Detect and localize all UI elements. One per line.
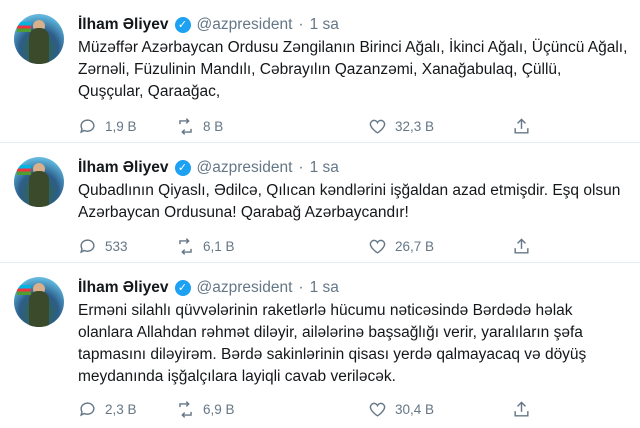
author-handle[interactable]: @azpresident bbox=[197, 279, 293, 297]
flag-icon bbox=[17, 165, 31, 175]
retweet-icon bbox=[179, 400, 192, 418]
timestamp[interactable]: 1 sa bbox=[310, 279, 339, 297]
avatar[interactable] bbox=[14, 277, 64, 327]
reply-icon bbox=[80, 238, 95, 253]
like-count: 30,4 B bbox=[395, 401, 435, 417]
tweet-feed: İlham Əliyev ✓ @azpresident · 1 sa Müzəf… bbox=[0, 0, 640, 428]
reply-button[interactable]: 1,9 B bbox=[78, 116, 137, 136]
reply-icon bbox=[80, 118, 95, 133]
like-button[interactable]: 26,7 B bbox=[368, 236, 434, 256]
like-button[interactable]: 30,4 B bbox=[368, 399, 434, 419]
timestamp[interactable]: 1 sa bbox=[310, 159, 339, 177]
author-handle[interactable]: @azpresident bbox=[197, 16, 293, 34]
author-name[interactable]: İlham Əliyev bbox=[78, 279, 169, 297]
tweet-text: Erməni silahlı qüvvələrinin raketlərlə h… bbox=[78, 302, 587, 385]
share-button[interactable] bbox=[512, 116, 531, 136]
tweet[interactable]: İlham Əliyev ✓ @azpresident · 1 sa Ermən… bbox=[0, 263, 640, 428]
retweet-icon bbox=[179, 237, 192, 255]
author-handle[interactable]: @azpresident bbox=[197, 159, 293, 177]
reply-icon bbox=[80, 401, 95, 416]
retweet-button[interactable]: 6,9 B bbox=[176, 399, 235, 419]
verified-badge-icon: ✓ bbox=[174, 280, 191, 296]
reply-button[interactable]: 2,3 B bbox=[78, 399, 137, 419]
separator: · bbox=[298, 279, 304, 296]
flag-icon bbox=[17, 285, 31, 295]
tweet[interactable]: İlham Əliyev ✓ @azpresident · 1 sa Qubad… bbox=[0, 143, 640, 263]
author-name[interactable]: İlham Əliyev bbox=[78, 16, 169, 34]
tweet-text: Qubadlının Qiyaslı, Ədilcə, Qılıcan kənd… bbox=[78, 182, 621, 221]
like-button[interactable]: 32,3 B bbox=[368, 116, 434, 136]
retweet-count: 8 B bbox=[203, 118, 224, 134]
tweet-actions: 533 6,1 B 26,7 B bbox=[78, 236, 548, 256]
reply-count: 533 bbox=[105, 238, 128, 254]
share-icon bbox=[514, 117, 529, 134]
heart-icon bbox=[369, 239, 386, 254]
separator: · bbox=[298, 16, 304, 33]
tweet-header: İlham Əliyev ✓ @azpresident · 1 sa bbox=[78, 157, 339, 179]
reply-count: 1,9 B bbox=[105, 118, 137, 134]
verified-badge-icon: ✓ bbox=[174, 160, 191, 176]
tweet-header: İlham Əliyev ✓ @azpresident · 1 sa bbox=[78, 14, 339, 36]
retweet-icon bbox=[179, 117, 192, 135]
verified-badge-icon: ✓ bbox=[174, 17, 191, 33]
tweet-text: Müzəffər Azərbaycan Ordusu Zəngilanın Bi… bbox=[78, 39, 628, 100]
like-count: 26,7 B bbox=[395, 238, 435, 254]
retweet-button[interactable]: 8 B bbox=[176, 116, 223, 136]
tweet[interactable]: İlham Əliyev ✓ @azpresident · 1 sa Müzəf… bbox=[0, 0, 640, 143]
heart-icon bbox=[369, 402, 386, 417]
retweet-count: 6,9 B bbox=[203, 401, 235, 417]
share-icon bbox=[514, 400, 529, 417]
share-icon bbox=[514, 237, 529, 254]
avatar[interactable] bbox=[14, 14, 64, 64]
heart-icon bbox=[369, 119, 386, 134]
like-count: 32,3 B bbox=[395, 118, 435, 134]
separator: · bbox=[298, 159, 304, 176]
share-button[interactable] bbox=[512, 236, 531, 256]
retweet-count: 6,1 B bbox=[203, 238, 235, 254]
flag-icon bbox=[17, 22, 31, 32]
tweet-header: İlham Əliyev ✓ @azpresident · 1 sa bbox=[78, 277, 339, 299]
reply-count: 2,3 B bbox=[105, 401, 137, 417]
avatar[interactable] bbox=[14, 157, 64, 207]
tweet-actions: 1,9 B 8 B 32,3 B bbox=[78, 116, 548, 136]
reply-button[interactable]: 533 bbox=[78, 236, 128, 256]
retweet-button[interactable]: 6,1 B bbox=[176, 236, 235, 256]
share-button[interactable] bbox=[512, 399, 531, 419]
tweet-actions: 2,3 B 6,9 B 30,4 B bbox=[78, 399, 548, 419]
author-name[interactable]: İlham Əliyev bbox=[78, 159, 169, 177]
timestamp[interactable]: 1 sa bbox=[310, 16, 339, 34]
